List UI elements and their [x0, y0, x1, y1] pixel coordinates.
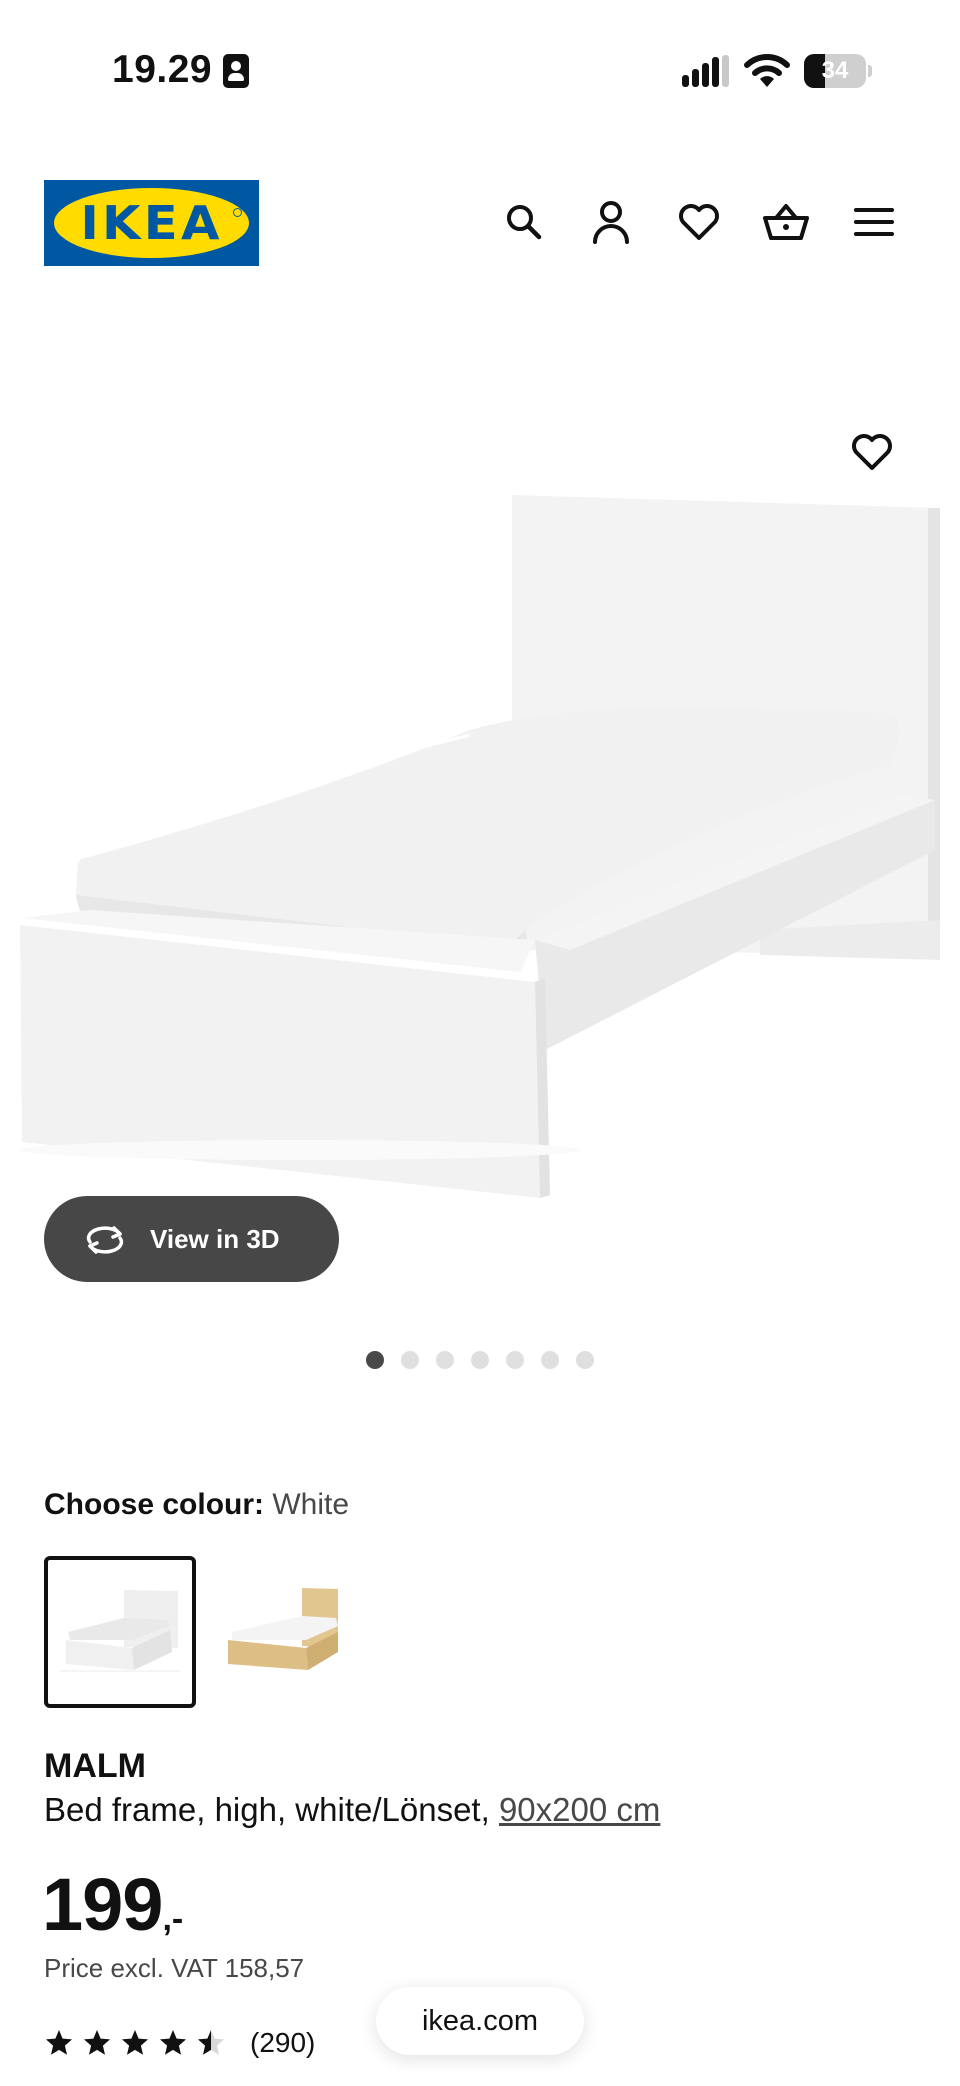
gallery-dot[interactable]: [436, 1351, 454, 1369]
view-in-3d-button[interactable]: View in 3D: [44, 1196, 339, 1282]
browser-url: ikea.com: [421, 2004, 539, 2037]
star-icon: [84, 2030, 110, 2055]
gallery-dot[interactable]: [541, 1351, 559, 1369]
product-size-link[interactable]: 90x200 cm: [499, 1791, 660, 1828]
product-price: 199,-: [42, 1862, 183, 1947]
cellular-signal-icon: [682, 55, 729, 87]
battery-indicator: 34: [804, 54, 872, 88]
price-decimal: ,-: [162, 1900, 184, 1938]
star-icon: [122, 2030, 148, 2055]
gallery-dot[interactable]: [401, 1351, 419, 1369]
product-image[interactable]: [0, 350, 960, 1320]
colour-swatch-oak[interactable]: [220, 1556, 372, 1708]
site-header: IKEA: [0, 170, 960, 280]
gallery-pagination: [0, 1351, 960, 1371]
rating-stars: [44, 2028, 234, 2058]
contact-card-icon: [223, 54, 249, 88]
product-rating[interactable]: (290): [44, 2024, 315, 2062]
add-to-favourites-icon[interactable]: [845, 425, 899, 479]
battery-percent: 34: [821, 57, 849, 84]
price-excl-vat: Price excl. VAT 158,57: [44, 1953, 305, 1983]
rotate-3d-icon: [86, 1226, 124, 1254]
account-icon[interactable]: [581, 192, 641, 252]
product-name: MALM: [44, 1747, 146, 1785]
logo-text: IKEA: [80, 196, 223, 250]
selected-colour: White: [272, 1488, 350, 1521]
status-bar: 19.29 34: [0, 0, 960, 140]
product-description: Bed frame, high, white/Lönset, 90x200 cm: [44, 1791, 660, 1829]
status-time: 19.29: [112, 48, 213, 91]
gallery-dot[interactable]: [366, 1351, 384, 1369]
colour-swatch-white[interactable]: [44, 1556, 196, 1708]
rating-count: (290): [250, 2027, 316, 2058]
heart-icon[interactable]: [669, 192, 729, 252]
gallery-dot[interactable]: [576, 1351, 594, 1369]
search-icon[interactable]: [494, 192, 554, 252]
view-in-3d-label: View in 3D: [150, 1223, 280, 1254]
star-icon: [160, 2030, 186, 2055]
menu-icon[interactable]: [844, 192, 904, 252]
product-description-text: Bed frame, high, white/Lönset,: [44, 1791, 490, 1828]
star-icon: [198, 2030, 224, 2055]
gallery-dot[interactable]: [471, 1351, 489, 1369]
star-icon: [46, 2030, 72, 2055]
basket-icon[interactable]: [756, 192, 816, 252]
wifi-icon: [744, 54, 790, 87]
price-integer: 199: [42, 1863, 163, 1946]
gallery-dot[interactable]: [506, 1351, 524, 1369]
choose-colour-label: Choose colour:: [44, 1488, 265, 1521]
browser-url-bar[interactable]: ikea.com: [376, 1987, 584, 2055]
colour-chooser-label: Choose colour: White: [44, 1488, 349, 1522]
ikea-logo[interactable]: IKEA: [44, 180, 259, 266]
